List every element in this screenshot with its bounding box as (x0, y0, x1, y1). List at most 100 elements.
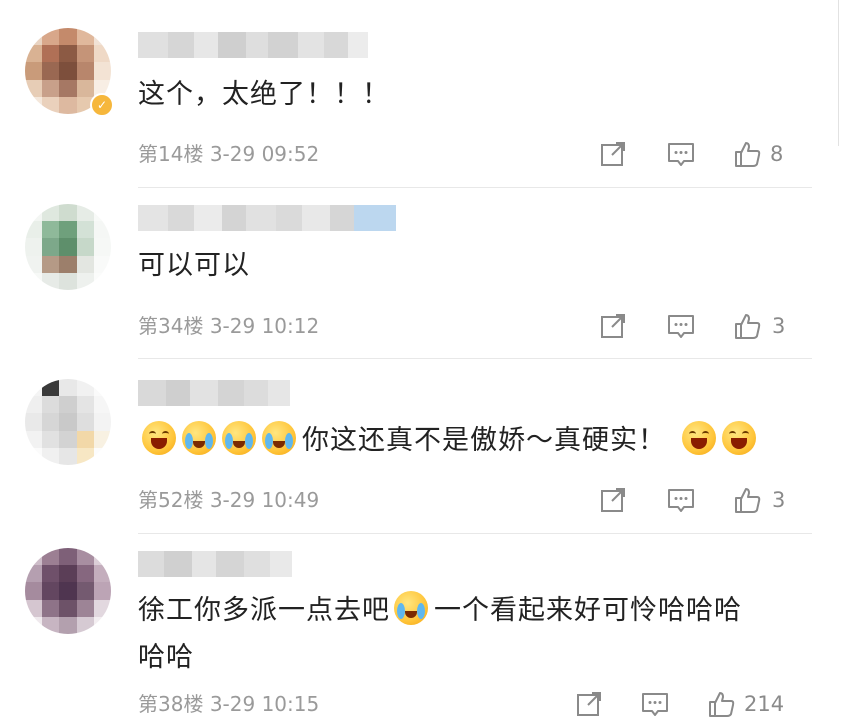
avatar-pixel (76, 28, 94, 46)
avatar-pixel (59, 28, 77, 46)
avatar-pixel (42, 62, 60, 80)
avatar-pixel (25, 616, 43, 634)
avatar-pixel (25, 582, 43, 600)
thumbs-up-icon[interactable] (732, 139, 762, 169)
avatar-pixel (42, 221, 60, 239)
avatar-pixel (25, 565, 43, 583)
username-blurred[interactable] (138, 380, 290, 406)
avatar-pixel (42, 396, 60, 414)
avatar-pixel (76, 396, 94, 414)
avatar-pixel (25, 548, 43, 566)
avatar-pixel (42, 28, 60, 46)
username-blurred[interactable] (138, 32, 368, 58)
avatar-pixel (25, 45, 43, 63)
comment-time: 10:15 (261, 692, 320, 716)
avatar-pixel (25, 96, 43, 114)
comment-meta: 第14楼 3-29 09:52 (138, 141, 319, 167)
comment-divider (138, 533, 812, 534)
comment-content: 你这还真不是傲娇～真硬实！ (142, 419, 762, 463)
comment-content: 徐工你多派一点去吧 一个看起来好可怜哈哈哈 (138, 589, 742, 633)
avatar-pixel (93, 616, 111, 634)
avatar[interactable] (25, 204, 111, 290)
avatar[interactable] (25, 379, 111, 465)
avatar-pixel (59, 255, 77, 273)
avatar-pixel (25, 413, 43, 431)
avatar-pixel (25, 79, 43, 97)
thumbs-up-icon[interactable] (706, 689, 736, 719)
avatar-pixel (76, 565, 94, 583)
comment-date: 3-29 (209, 692, 256, 716)
like-count: 8 (770, 142, 784, 166)
avatar-pixel (76, 79, 94, 97)
avatar-pixel (93, 599, 111, 617)
avatar-pixel (42, 616, 60, 634)
avatar-pixel (59, 79, 77, 97)
avatar-pixel (25, 221, 43, 239)
avatar-pixel (25, 272, 43, 290)
avatar-pixel (76, 616, 94, 634)
comment-time: 10:49 (261, 488, 320, 512)
avatar-pixel (59, 413, 77, 431)
avatar-pixel (25, 204, 43, 222)
avatar-pixel (76, 548, 94, 566)
avatar-pixel (59, 204, 77, 222)
avatar-pixel (93, 204, 111, 222)
cry-emoji (394, 591, 428, 625)
comment-content: 可以可以 (138, 250, 250, 281)
avatar-pixel (59, 616, 77, 634)
laugh-tear-emoji (142, 421, 176, 455)
avatar-pixel (59, 447, 77, 465)
avatar-pixel (76, 204, 94, 222)
avatar-pixel (25, 430, 43, 448)
avatar-pixel (93, 45, 111, 63)
avatar-pixel (25, 28, 43, 46)
avatar-pixel (25, 255, 43, 273)
avatar-pixel (42, 79, 60, 97)
username-blurred[interactable] (138, 551, 292, 577)
avatar-pixel (59, 396, 77, 414)
avatar-pixel (42, 45, 60, 63)
avatar-pixel (25, 62, 43, 80)
avatar-pixel (93, 430, 111, 448)
laugh-emoji (722, 421, 756, 455)
share-icon[interactable] (598, 139, 628, 169)
avatar-pixel (25, 238, 43, 256)
avatar-pixel (42, 238, 60, 256)
avatar-pixel (93, 396, 111, 414)
avatar-pixel (93, 565, 111, 583)
floor-number: 第52楼 (138, 488, 204, 512)
avatar-pixel (76, 238, 94, 256)
avatar-pixel (59, 565, 77, 583)
comment-icon[interactable] (666, 139, 696, 169)
comment-content-line2: 哈哈 (138, 642, 194, 673)
avatar-pixel (59, 45, 77, 63)
vip-badge-icon: ✓ (90, 93, 114, 117)
comment-meta: 第52楼 3-29 10:49 (138, 487, 319, 513)
avatar-pixel (42, 565, 60, 583)
share-icon[interactable] (598, 311, 628, 341)
avatar-pixel (42, 447, 60, 465)
thumbs-up-icon[interactable] (732, 311, 762, 341)
avatar-pixel (76, 379, 94, 397)
laugh-tear-emoji (682, 421, 716, 455)
comment-icon[interactable] (666, 485, 696, 515)
comment-icon[interactable] (640, 689, 670, 719)
avatar-pixel (42, 430, 60, 448)
username-blurred[interactable] (138, 205, 396, 231)
cry-emoji (222, 421, 256, 455)
comment-time: 10:12 (261, 314, 320, 338)
thumbs-up-icon[interactable] (732, 485, 762, 515)
avatar-pixel (76, 221, 94, 239)
avatar-pixel (25, 379, 43, 397)
comment-icon[interactable] (666, 311, 696, 341)
avatar-pixel (76, 599, 94, 617)
avatar-pixel (93, 447, 111, 465)
avatar[interactable] (25, 548, 111, 634)
share-icon[interactable] (598, 485, 628, 515)
avatar-pixel (42, 255, 60, 273)
avatar-pixel (59, 582, 77, 600)
share-icon[interactable] (574, 689, 604, 719)
avatar-pixel (93, 28, 111, 46)
avatar-pixel (42, 599, 60, 617)
comment-divider (138, 187, 812, 188)
